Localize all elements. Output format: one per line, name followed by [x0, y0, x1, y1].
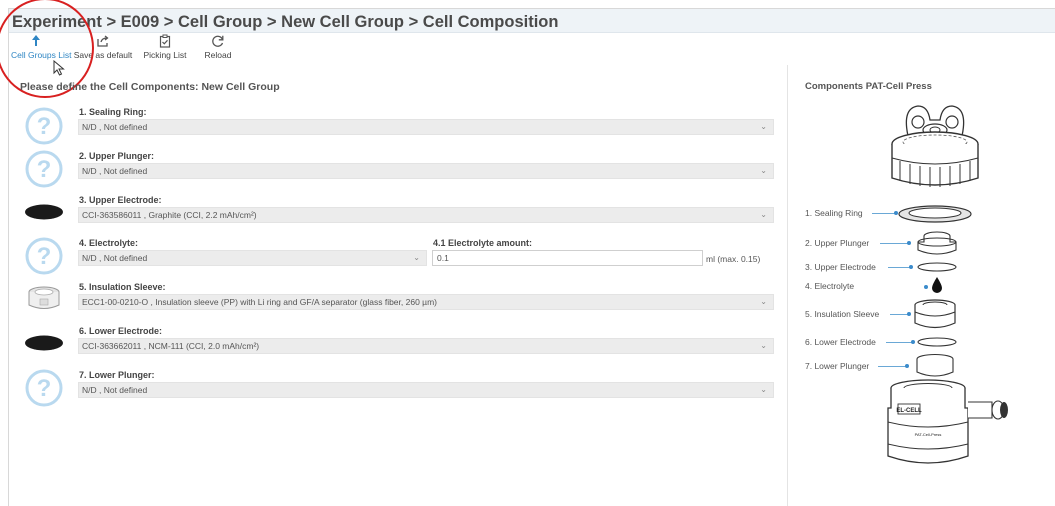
- upper-electrode-select[interactable]: CCI-363586011 , Graphite (CCI, 2.2 mAh/c…: [78, 207, 774, 223]
- lower-electrode-value: CCI-363662011 , NCM-111 (CCI, 2.0 mAh/cm…: [82, 341, 260, 351]
- chevron-down-icon: ⌄: [760, 122, 767, 131]
- upper-plunger-value: N/D , Not defined: [82, 166, 148, 176]
- upper-electrode-image: [917, 262, 957, 272]
- lower-electrode-label: 6. Lower Electrode:: [79, 326, 163, 336]
- lower-plunger-value: N/D , Not defined: [82, 385, 148, 395]
- lower-plunger-select[interactable]: N/D , Not defined ⌄: [78, 382, 774, 398]
- part-label-insulation-sleeve: 5. Insulation Sleeve: [805, 309, 880, 319]
- part-label-sealing-ring: 1. Sealing Ring: [805, 208, 863, 218]
- reload-button[interactable]: Reload: [199, 34, 237, 60]
- reload-label: Reload: [204, 50, 232, 60]
- insulation-sleeve-icon: [28, 286, 60, 309]
- lower-plunger-label: 7. Lower Plunger:: [79, 370, 155, 380]
- electrode-disc-icon: [25, 335, 63, 351]
- chevron-down-icon: ⌄: [760, 341, 767, 350]
- insulation-sleeve-value: ECC1-00-0210-O , Insulation sleeve (PP) …: [82, 297, 437, 307]
- part-label-lower-plunger: 7. Lower Plunger: [805, 361, 870, 371]
- svg-text:?: ?: [37, 243, 52, 270]
- question-icon: ?: [25, 369, 63, 407]
- sealing-ring-label: 1. Sealing Ring:: [79, 107, 147, 117]
- leader-line: [880, 243, 910, 244]
- upper-electrode-label: 3. Upper Electrode:: [79, 195, 162, 205]
- leader-dot: [907, 241, 911, 245]
- part-label-lower-electrode: 6. Lower Electrode: [805, 337, 876, 347]
- lower-electrode-image: [917, 337, 957, 347]
- clipboard-check-icon: [159, 34, 171, 48]
- sealing-ring-value: N/D , Not defined: [82, 122, 148, 132]
- chevron-down-icon: ⌄: [413, 253, 420, 262]
- model-label: PAT-Cell-Press: [915, 432, 942, 437]
- chevron-down-icon: ⌄: [760, 385, 767, 394]
- part-label-upper-electrode: 3. Upper Electrode: [805, 262, 876, 272]
- svg-text:?: ?: [37, 375, 52, 402]
- chevron-down-icon: ⌄: [760, 297, 767, 306]
- reload-icon: [212, 35, 224, 47]
- breadcrumb: Experiment > E009 > Cell Group > New Cel…: [12, 13, 559, 31]
- picking-list-button[interactable]: Picking List: [140, 34, 190, 60]
- section-title: Please define the Cell Components: New C…: [20, 81, 280, 93]
- question-icon: ?: [25, 107, 63, 145]
- cell-cap-image: [891, 105, 979, 187]
- upper-plunger-label: 2. Upper Plunger:: [79, 151, 155, 161]
- panel-divider: [787, 65, 788, 506]
- insulation-sleeve-select[interactable]: ECC1-00-0210-O , Insulation sleeve (PP) …: [78, 294, 774, 310]
- cell-base-image: EL-CELL PAT-Cell-Press: [887, 379, 1008, 464]
- chevron-down-icon: ⌄: [760, 166, 767, 175]
- svg-text:?: ?: [37, 156, 52, 183]
- picking-list-label: Picking List: [143, 50, 187, 60]
- electrolyte-value: N/D , Not defined: [82, 253, 148, 263]
- electrolyte-amount-label: 4.1 Electrolyte amount:: [433, 238, 533, 248]
- mouse-cursor-icon: [53, 60, 65, 76]
- upper-plunger-image: [917, 231, 957, 255]
- chevron-down-icon: ⌄: [760, 210, 767, 219]
- lower-electrode-select[interactable]: CCI-363662011 , NCM-111 (CCI, 2.0 mAh/cm…: [78, 338, 774, 354]
- sealing-ring-image: [898, 205, 972, 223]
- leader-line: [886, 342, 914, 343]
- insulation-sleeve-image: [914, 299, 956, 329]
- leader-dot: [909, 265, 913, 269]
- electrolyte-select[interactable]: N/D , Not defined ⌄: [78, 250, 427, 266]
- svg-text:?: ?: [37, 113, 52, 140]
- sealing-ring-select[interactable]: N/D , Not defined ⌄: [78, 119, 774, 135]
- brand-label: EL-CELL: [896, 408, 922, 414]
- electrode-disc-icon: [25, 204, 63, 220]
- leader-line: [878, 366, 908, 367]
- upper-electrode-value: CCI-363586011 , Graphite (CCI, 2.2 mAh/c…: [82, 210, 257, 220]
- components-panel-title: Components PAT-Cell Press: [805, 81, 932, 92]
- electrolyte-drop-image: [932, 277, 942, 293]
- share-icon: [97, 35, 109, 47]
- insulation-sleeve-label: 5. Insulation Sleeve:: [79, 282, 166, 292]
- part-label-electrolyte: 4. Electrolyte: [805, 281, 855, 291]
- electrolyte-amount-input[interactable]: 0.1: [432, 250, 703, 266]
- question-icon: ?: [25, 237, 63, 275]
- upper-plunger-select[interactable]: N/D , Not defined ⌄: [78, 163, 774, 179]
- leader-dot: [905, 364, 909, 368]
- electrolyte-label: 4. Electrolyte:: [79, 238, 139, 248]
- part-label-upper-plunger: 2. Upper Plunger: [805, 238, 870, 248]
- leader-dot: [924, 285, 928, 289]
- electrolyte-amount-unit: ml (max. 0.15): [706, 254, 761, 264]
- question-icon: ?: [25, 150, 63, 188]
